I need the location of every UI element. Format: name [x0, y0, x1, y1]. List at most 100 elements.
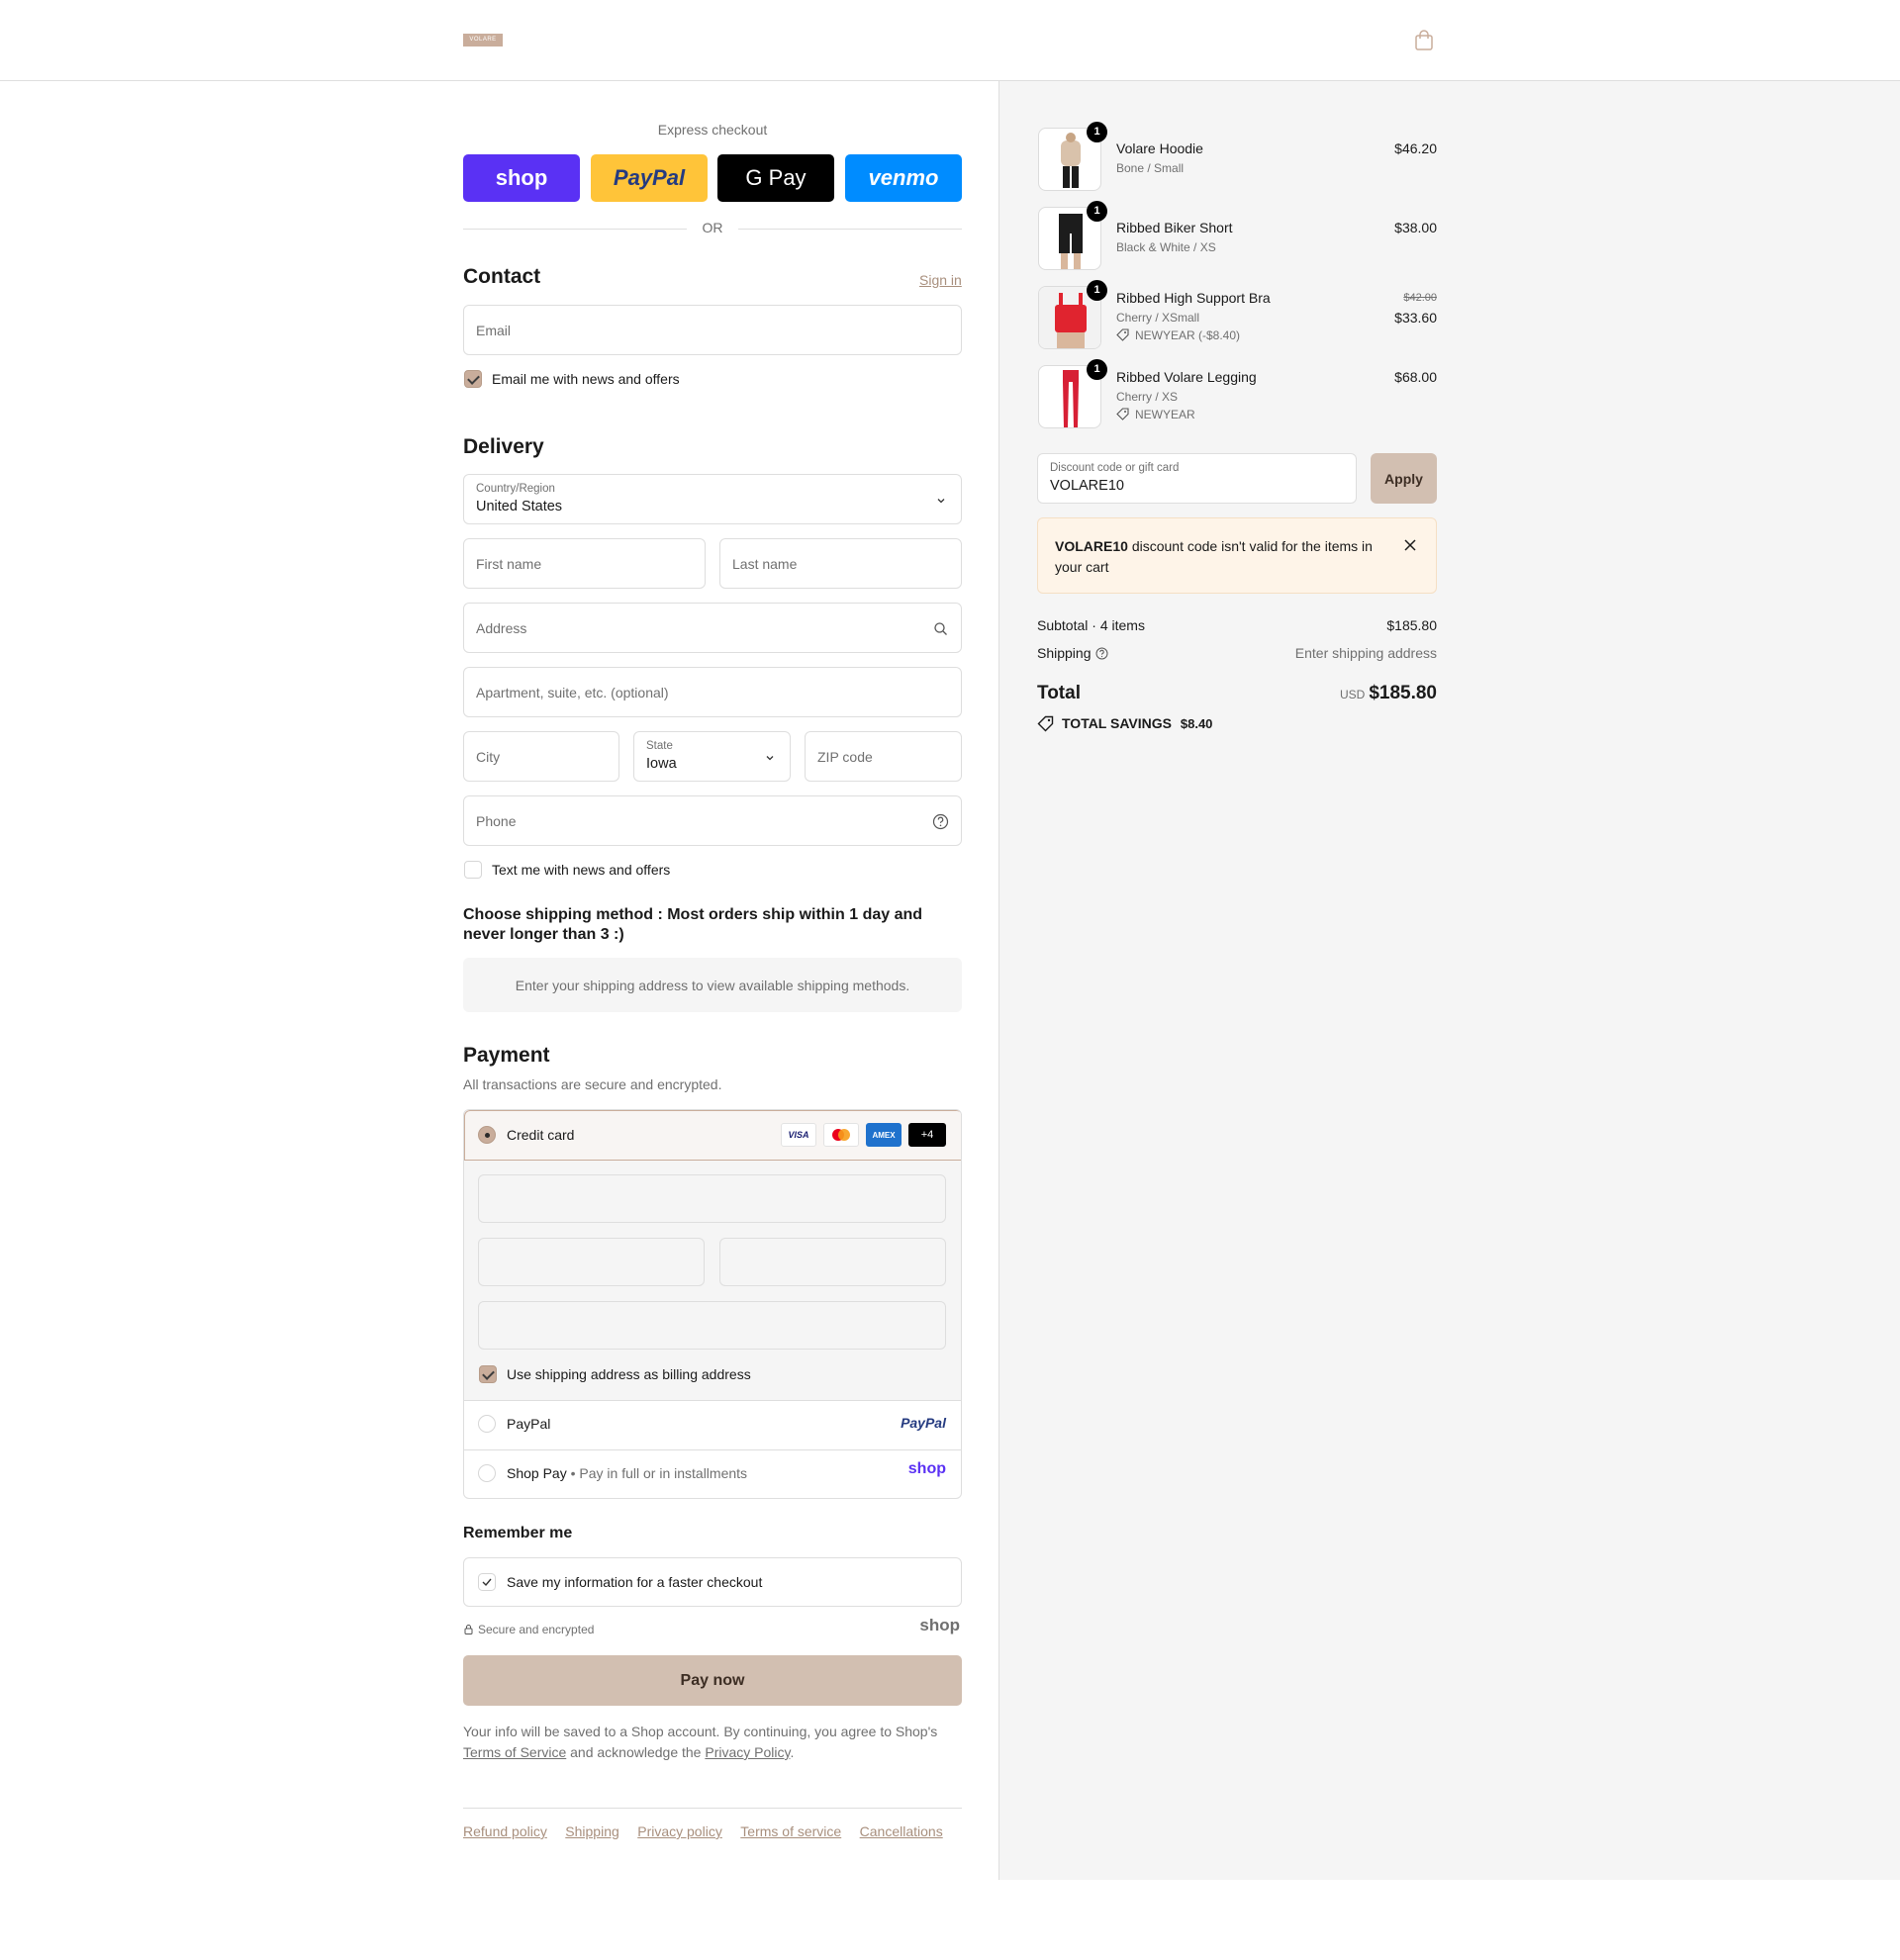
- item-variant: Bone / Small: [1116, 161, 1185, 175]
- subtotal-label: Subtotal · 4 items: [1037, 617, 1145, 633]
- shipping-value: Enter shipping address: [1294, 645, 1437, 661]
- text-news-label: Text me with news and offers: [492, 862, 671, 878]
- secure-label: Secure and encrypted: [478, 1623, 595, 1636]
- store-logo[interactable]: VOLARE: [463, 34, 503, 47]
- legal-text: Your info will be saved to a Shop accoun…: [463, 1724, 938, 1760]
- email-news-label: Email me with news and offers: [492, 371, 680, 387]
- amex-icon: AMEX: [866, 1123, 902, 1147]
- divider: [738, 229, 962, 230]
- text-news-checkbox[interactable]: [464, 861, 482, 879]
- savings-value: $8.40: [1180, 716, 1213, 731]
- total-amount: USD $185.80: [1239, 683, 1437, 704]
- email-news-checkbox[interactable]: [464, 370, 482, 388]
- first-name-field[interactable]: First name: [463, 538, 706, 589]
- shop-pay-label: Shop Pay • Pay in full or in installment…: [507, 1465, 748, 1481]
- card-number-field[interactable]: [478, 1174, 946, 1223]
- item-name: Ribbed Volare Legging: [1116, 369, 1257, 385]
- shop-pay-radio[interactable]: [478, 1464, 496, 1482]
- paypal-radio[interactable]: [478, 1415, 496, 1433]
- pay-now-button[interactable]: Pay now: [463, 1655, 962, 1706]
- first-name-placeholder: First name: [476, 555, 542, 572]
- email-field[interactable]: Email: [463, 305, 962, 355]
- venmo-express-button[interactable]: venmo: [845, 154, 962, 202]
- country-select[interactable]: Country/Region United States: [463, 474, 962, 524]
- google-pay-express-button[interactable]: G Pay: [717, 154, 834, 202]
- divider: [463, 229, 687, 230]
- country-label: Country/Region: [476, 483, 555, 495]
- refund-policy-link[interactable]: Refund policy: [463, 1823, 547, 1839]
- apartment-field[interactable]: Apartment, suite, etc. (optional): [463, 667, 962, 717]
- paypal-express-button[interactable]: PayPal: [591, 154, 708, 202]
- close-icon[interactable]: [1403, 538, 1417, 552]
- billing-address-checkbox[interactable]: [479, 1365, 497, 1383]
- quantity-badge: 1: [1087, 280, 1107, 301]
- shop-pay-name: Shop Pay: [507, 1465, 567, 1481]
- city-placeholder: City: [476, 748, 501, 765]
- terms-of-service-link[interactable]: Terms of Service: [463, 1744, 566, 1760]
- privacy-policy-footer-link[interactable]: Privacy policy: [637, 1823, 722, 1839]
- card-expiry-field[interactable]: [478, 1238, 705, 1286]
- chevron-down-icon: [766, 756, 774, 761]
- discount-code-field[interactable]: Discount code or gift card VOLARE10: [1037, 453, 1357, 504]
- help-circle-icon[interactable]: [1095, 647, 1108, 660]
- billing-address-label: Use shipping address as billing address: [507, 1366, 751, 1382]
- item-price: $38.00: [1394, 220, 1437, 235]
- item-variant: Cherry / XSmall: [1116, 311, 1200, 325]
- help-circle-icon[interactable]: [932, 813, 949, 830]
- state-select[interactable]: State Iowa: [633, 731, 791, 782]
- cancellations-link[interactable]: Cancellations: [860, 1823, 943, 1839]
- or-label: OR: [702, 220, 723, 235]
- paypal-logo: PayPal: [901, 1415, 946, 1431]
- chevron-down-icon: [937, 499, 945, 504]
- item-price: $46.20: [1394, 140, 1437, 156]
- shop-pay-logo: shop: [907, 1460, 946, 1477]
- card-name-field[interactable]: [478, 1301, 946, 1350]
- discount-tag-icon: [1116, 408, 1129, 420]
- search-icon: [934, 622, 947, 635]
- quantity-badge: 1: [1087, 359, 1107, 380]
- shop-pay-express-button[interactable]: shop: [463, 154, 580, 202]
- save-info-checkbox[interactable]: [478, 1573, 496, 1591]
- shopping-bag-icon[interactable]: [1413, 30, 1435, 51]
- discount-error-text: VOLARE10 discount code isn't valid for t…: [1055, 538, 1373, 575]
- city-field[interactable]: City: [463, 731, 619, 782]
- address-field[interactable]: Address: [463, 603, 962, 653]
- item-price: $68.00: [1394, 369, 1437, 385]
- mastercard-icon: [823, 1123, 859, 1147]
- phone-field[interactable]: Phone: [463, 795, 962, 846]
- payment-subtitle: All transactions are secure and encrypte…: [463, 1076, 722, 1092]
- credit-card-radio[interactable]: [478, 1126, 496, 1144]
- subtotal-value: $185.80: [1386, 617, 1437, 633]
- address-placeholder: Address: [476, 619, 527, 636]
- express-checkout-label: Express checkout: [657, 122, 768, 138]
- footer-links: Refund policy Shipping Privacy policy Te…: [463, 1823, 957, 1841]
- item-variant: Cherry / XS: [1116, 390, 1179, 404]
- zip-field[interactable]: ZIP code: [805, 731, 962, 782]
- contact-heading: Contact: [463, 265, 541, 288]
- divider: [464, 1400, 961, 1401]
- savings-tag-icon: [1037, 715, 1054, 732]
- discount-label: NEWYEAR: [1135, 408, 1195, 421]
- item-name: Ribbed Biker Short: [1116, 220, 1233, 235]
- delivery-heading: Delivery: [463, 435, 544, 458]
- state-label: State: [646, 740, 673, 752]
- paypal-label: PayPal: [507, 1416, 551, 1432]
- item-name: Volare Hoodie: [1116, 140, 1203, 156]
- divider: [463, 1808, 962, 1809]
- shipping-link[interactable]: Shipping: [565, 1823, 619, 1839]
- shipping-method-heading: Choose shipping method : Most orders shi…: [463, 906, 923, 943]
- apply-button[interactable]: Apply: [1371, 453, 1437, 504]
- visa-icon: VISA: [781, 1123, 816, 1147]
- email-placeholder: Email: [476, 322, 512, 338]
- card-security-code-field[interactable]: [719, 1238, 946, 1286]
- shipping-label: Shipping: [1037, 645, 1092, 661]
- shipping-methods-notice: Enter your shipping address to view avai…: [463, 958, 962, 1012]
- item-name: Ribbed High Support Bra: [1116, 290, 1271, 306]
- last-name-field[interactable]: Last name: [719, 538, 962, 589]
- zip-placeholder: ZIP code: [817, 748, 873, 765]
- privacy-policy-link[interactable]: Privacy Policy: [705, 1744, 790, 1760]
- terms-of-service-footer-link[interactable]: Terms of service: [740, 1823, 841, 1839]
- shop-pay-note: Pay in full or in installments: [579, 1465, 748, 1481]
- sign-in-link[interactable]: Sign in: [919, 272, 962, 288]
- apartment-placeholder: Apartment, suite, etc. (optional): [476, 684, 669, 700]
